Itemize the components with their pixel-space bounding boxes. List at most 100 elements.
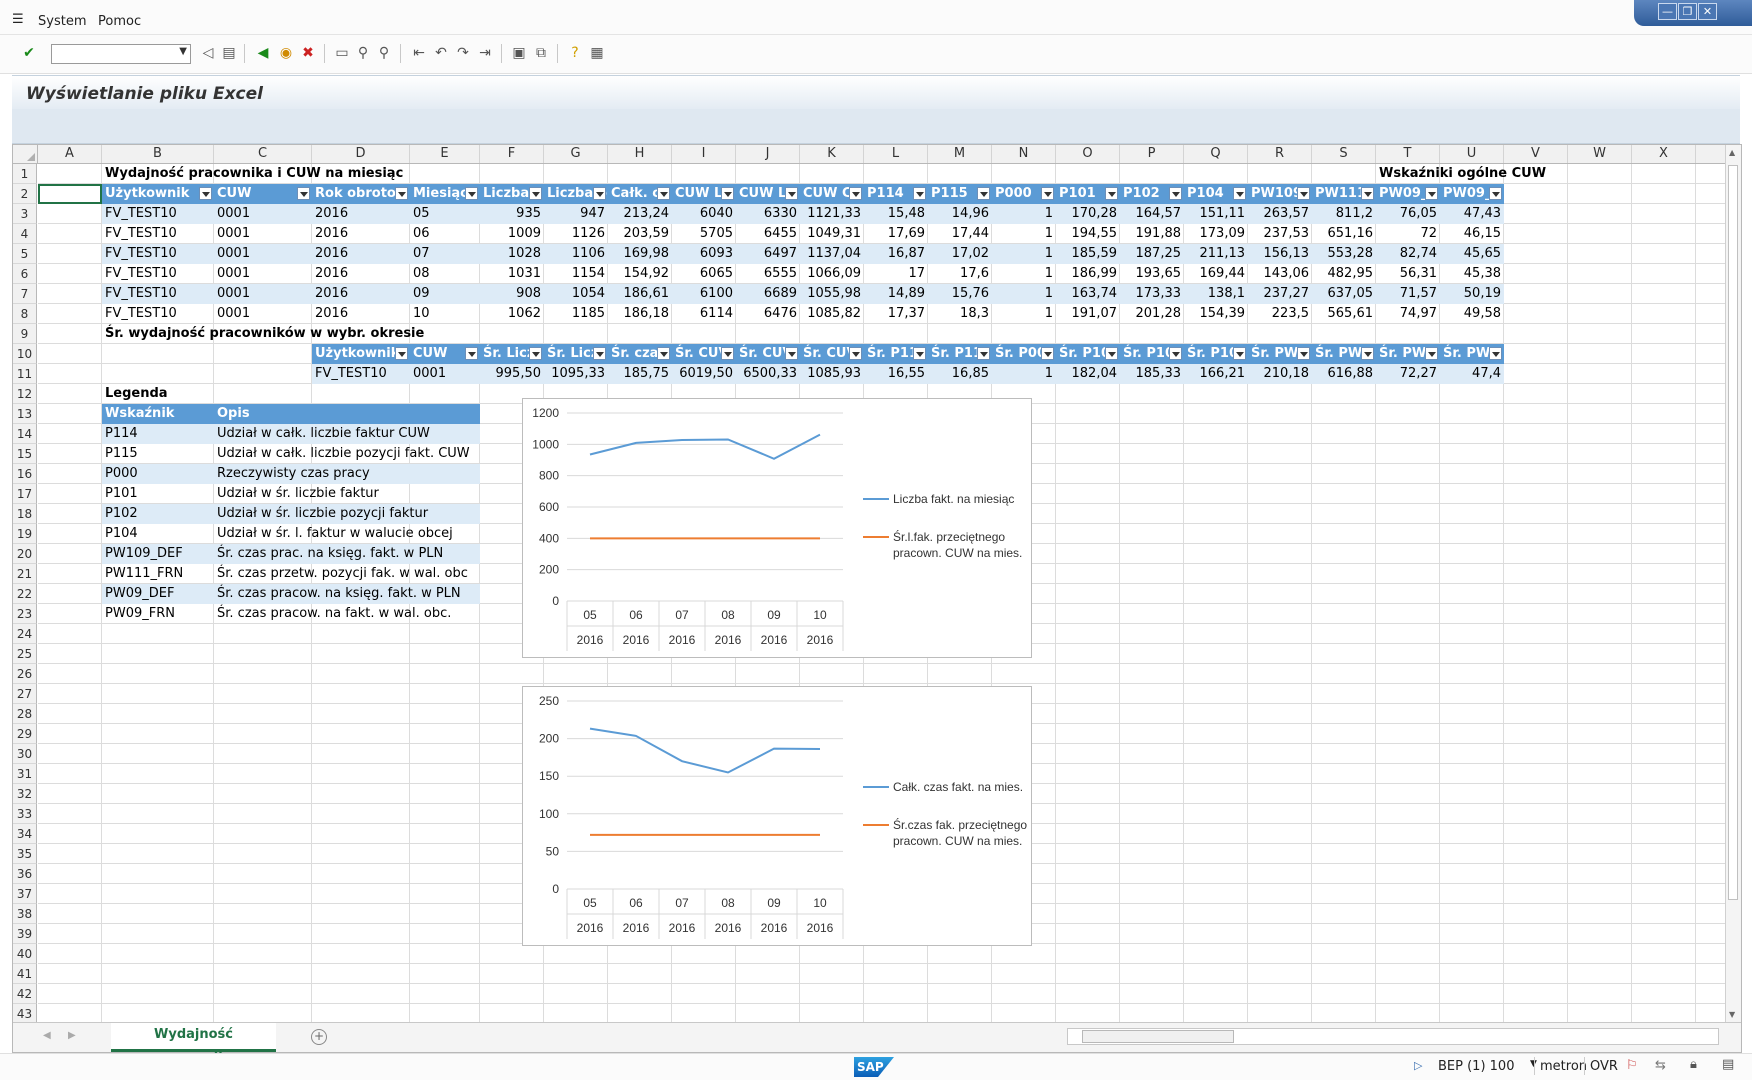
table-cell[interactable]: 1055,98 [800, 284, 864, 304]
row-header-3[interactable]: 3 [13, 204, 37, 224]
filter-dropdown-icon[interactable] [721, 347, 734, 360]
legend-header-cell[interactable]: Opis [214, 404, 480, 424]
legend-cell[interactable]: Udział w śr. liczbie pozycji faktur [214, 504, 480, 524]
row-header-12[interactable]: 12 [13, 384, 37, 404]
table-cell[interactable]: 1 [992, 244, 1056, 264]
filter-dropdown-icon[interactable] [395, 187, 408, 200]
table-cell[interactable]: 10 [410, 304, 480, 324]
find-icon[interactable]: ⚲ [354, 44, 372, 62]
table-cell[interactable]: 1126 [544, 224, 608, 244]
table-cell[interactable]: 191,07 [1056, 304, 1120, 324]
print-icon[interactable]: ▭ [333, 44, 351, 62]
table-cell[interactable]: 935 [480, 204, 544, 224]
filter-dropdown-icon[interactable] [1233, 187, 1246, 200]
table-cell[interactable]: 1009 [480, 224, 544, 244]
row-header-26[interactable]: 26 [13, 664, 37, 684]
table-cell[interactable]: 1106 [544, 244, 608, 264]
prev-page-icon[interactable]: ↶ [432, 44, 450, 62]
column-header-Q[interactable]: Q [1184, 145, 1248, 163]
insert-mode[interactable]: OVR [1590, 1059, 1618, 1074]
table-cell[interactable]: 210,18 [1248, 364, 1312, 384]
table-header-cell[interactable]: CUW Li [672, 184, 736, 204]
table-cell[interactable]: 6019,50 [672, 364, 736, 384]
prev-sheet-icon[interactable]: ◀ [43, 1030, 51, 1041]
table-cell[interactable]: 0001 [214, 224, 312, 244]
table-cell[interactable]: 1095,33 [544, 364, 608, 384]
table-cell[interactable]: 1154 [544, 264, 608, 284]
filter-dropdown-icon[interactable] [199, 187, 212, 200]
column-header-K[interactable]: K [800, 145, 864, 163]
column-header-I[interactable]: I [672, 145, 736, 163]
scroll-down-icon[interactable]: ▼ [1729, 1010, 1735, 1019]
table-header-cell[interactable]: Miesiąc [410, 184, 480, 204]
legend-cell[interactable]: PW109_DEF [102, 544, 214, 564]
first-page-icon[interactable]: ⇤ [410, 44, 428, 62]
filter-dropdown-icon[interactable] [1233, 347, 1246, 360]
table-header-cell[interactable]: Śr. P00 [992, 344, 1056, 364]
filter-dropdown-icon[interactable] [297, 187, 310, 200]
table-header-cell[interactable]: Użytkownik [102, 184, 214, 204]
table-header-cell[interactable]: PW111 [1312, 184, 1376, 204]
legend-header-cell[interactable]: Wskaźnik [102, 404, 214, 424]
line-chart-2[interactable]: 0 50 100 150 200 250 05 2016 06 2016 07 2016 08 2016 0… [522, 686, 1032, 946]
table-cell[interactable]: 1066,09 [800, 264, 864, 284]
row-header-29[interactable]: 29 [13, 724, 37, 744]
legend-cell[interactable]: P114 [102, 424, 214, 444]
table-header-cell[interactable]: Śr. PW [1312, 344, 1376, 364]
column-header-C[interactable]: C [214, 145, 312, 163]
table-cell[interactable]: 0001 [214, 304, 312, 324]
table-cell[interactable]: 553,28 [1312, 244, 1376, 264]
table-header-cell[interactable]: Śr. CUV [800, 344, 864, 364]
table-header-cell[interactable]: Rok obrotow [312, 184, 410, 204]
table-cell[interactable]: 2016 [312, 264, 410, 284]
table-cell[interactable]: 6114 [672, 304, 736, 324]
table-cell[interactable]: 170,28 [1056, 204, 1120, 224]
table-header-cell[interactable]: Śr. P10 [1120, 344, 1184, 364]
legend-cell[interactable]: PW111_FRN [102, 564, 214, 584]
row-header-22[interactable]: 22 [13, 584, 37, 604]
table-header-cell[interactable]: Śr. Liczl [544, 344, 608, 364]
chevron-down-icon[interactable]: ▼ [179, 46, 187, 57]
table-cell[interactable]: 16,85 [928, 364, 992, 384]
table-cell[interactable]: 6093 [672, 244, 736, 264]
table-header-cell[interactable]: Liczba p [544, 184, 608, 204]
filter-dropdown-icon[interactable] [1489, 187, 1502, 200]
row-header-16[interactable]: 16 [13, 464, 37, 484]
column-header-F[interactable]: F [480, 145, 544, 163]
table-header-cell[interactable]: Śr. P11 [928, 344, 992, 364]
row-header-18[interactable]: 18 [13, 504, 37, 524]
table-cell[interactable]: 0001 [214, 284, 312, 304]
table-cell[interactable]: 186,18 [608, 304, 672, 324]
shortcut-icon[interactable]: ⧉ [532, 44, 550, 62]
filter-dropdown-icon[interactable] [1489, 347, 1502, 360]
table-cell[interactable]: 947 [544, 204, 608, 224]
filter-dropdown-icon[interactable] [913, 187, 926, 200]
table-cell[interactable]: 45,38 [1440, 264, 1504, 284]
table-header-cell[interactable]: P101 [1056, 184, 1120, 204]
back-nav-icon[interactable]: ◀ [254, 44, 272, 62]
filter-dropdown-icon[interactable] [529, 187, 542, 200]
table-cell[interactable]: 46,15 [1440, 224, 1504, 244]
column-header-S[interactable]: S [1312, 145, 1376, 163]
table-cell[interactable]: 637,05 [1312, 284, 1376, 304]
sheet-title[interactable]: Wydajność pracownika i CUW na miesiąc [102, 164, 480, 184]
table-cell[interactable]: 05 [410, 204, 480, 224]
table-cell[interactable]: 0001 [214, 244, 312, 264]
table-cell[interactable]: 74,97 [1376, 304, 1440, 324]
vertical-scroll-thumb[interactable] [1728, 165, 1738, 900]
table-cell[interactable]: 173,09 [1184, 224, 1248, 244]
table-cell[interactable]: 15,76 [928, 284, 992, 304]
table-cell[interactable]: 17 [864, 264, 928, 284]
table-cell[interactable]: 6040 [672, 204, 736, 224]
column-header-W[interactable]: W [1568, 145, 1632, 163]
filter-dropdown-icon[interactable] [977, 347, 990, 360]
row-header-42[interactable]: 42 [13, 984, 37, 1004]
filter-dropdown-icon[interactable] [721, 187, 734, 200]
table-cell[interactable]: 173,33 [1120, 284, 1184, 304]
table-cell[interactable]: 154,39 [1184, 304, 1248, 324]
row-header-21[interactable]: 21 [13, 564, 37, 584]
table-cell[interactable]: 651,16 [1312, 224, 1376, 244]
enter-icon[interactable]: ✔ [20, 44, 38, 62]
table-cell[interactable]: 1 [992, 284, 1056, 304]
table-cell[interactable]: 2016 [312, 244, 410, 264]
